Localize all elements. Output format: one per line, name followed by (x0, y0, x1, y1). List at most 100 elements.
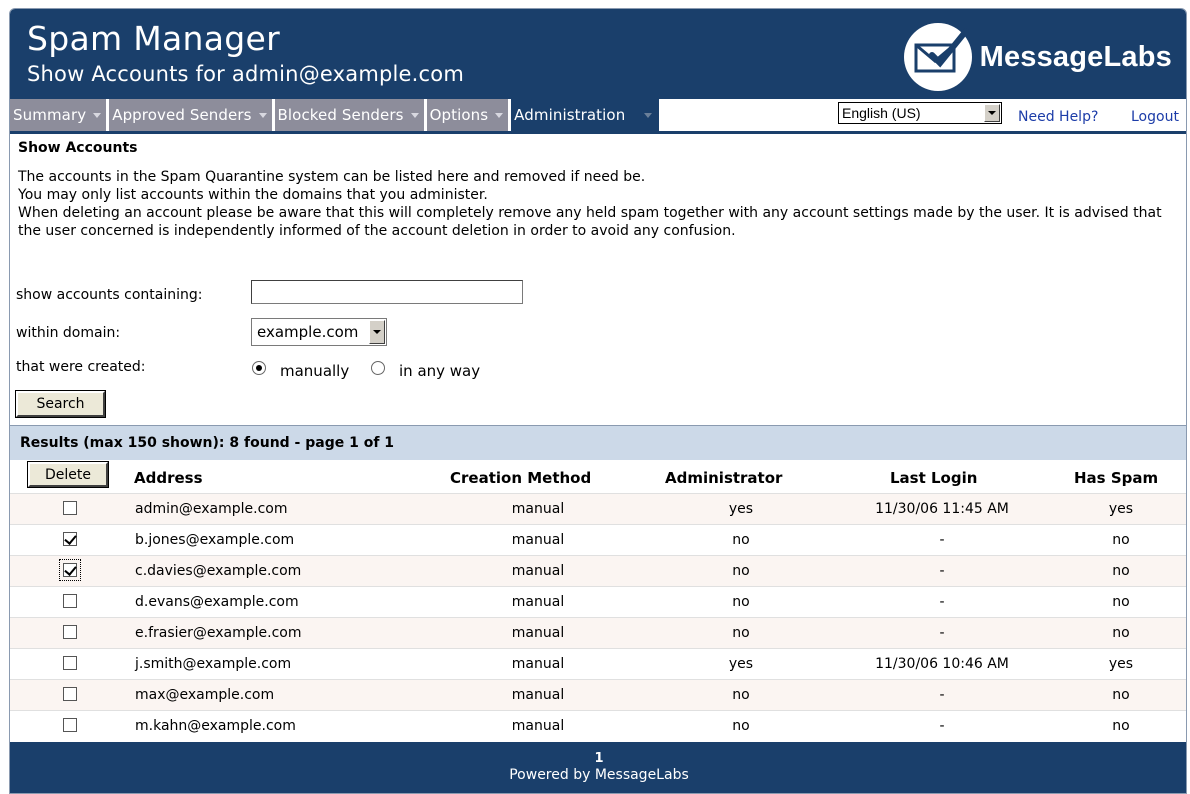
table-row: b.jones@example.com manual no - no (10, 524, 1186, 555)
intro-line: The accounts in the Spam Quarantine syst… (18, 169, 646, 185)
tab-label: Blocked Senders (277, 106, 404, 124)
cell-has-spam: no (1112, 563, 1130, 579)
logout-link[interactable]: Logout (1131, 109, 1179, 125)
cell-address: e.frasier@example.com (135, 625, 302, 641)
cell-method: manual (511, 625, 565, 641)
page-subtitle: Show Accounts for admin@example.com (27, 62, 465, 86)
cell-last-login: 11/30/06 10:46 AM (875, 656, 1009, 672)
cell-method: manual (511, 718, 565, 734)
cell-method: manual (511, 687, 565, 703)
page-footer: 1 Powered by MessageLabs (10, 742, 1186, 793)
created-label: that were created: (16, 359, 146, 375)
cell-admin: no (732, 687, 750, 703)
section-title: Show Accounts (18, 140, 138, 156)
domain-label: within domain: (16, 325, 121, 341)
cell-method: manual (511, 501, 565, 517)
row-select-checkbox[interactable] (63, 687, 77, 701)
cell-last-login: - (939, 563, 945, 579)
tab-label: Options (429, 106, 489, 124)
column-header-address: Address (134, 469, 203, 487)
domain-select[interactable]: example.com (251, 318, 387, 346)
column-header-last-login: Last Login (890, 469, 978, 487)
cell-address: m.kahn@example.com (135, 718, 296, 734)
chevron-down-icon[interactable] (90, 108, 104, 122)
tab-blocked-senders[interactable]: Blocked Senders (274, 99, 424, 131)
language-select[interactable]: English (US) (838, 102, 1002, 124)
any-way-radio-label[interactable]: in any way (399, 362, 480, 380)
cell-method: manual (511, 563, 565, 579)
cell-address: max@example.com (135, 687, 275, 703)
cell-admin: no (732, 532, 750, 548)
row-select-checkbox[interactable] (63, 594, 77, 608)
table-row: m.kahn@example.com manual no - no (10, 710, 1186, 741)
cell-admin: no (732, 594, 750, 610)
any-way-radio[interactable] (371, 361, 385, 375)
cell-address: j.smith@example.com (135, 656, 292, 672)
cell-method: manual (511, 532, 565, 548)
row-select-checkbox[interactable] (63, 625, 77, 639)
domain-value: example.com (257, 323, 359, 341)
tab-options[interactable]: Options (426, 99, 509, 131)
envelope-check-icon (903, 23, 972, 91)
chevron-down-icon[interactable] (984, 104, 1000, 122)
table-row: admin@example.com manual yes 11/30/06 11:45… (10, 493, 1186, 524)
cell-admin: yes (728, 501, 754, 517)
table-header: Delete Address Creation Method Administr… (10, 460, 1186, 493)
table-row: c.davies@example.com manual no - no (10, 555, 1186, 586)
nav-tabs: Summary Approved Senders Blocked Senders… (10, 99, 663, 131)
app-window: Spam Manager Show Accounts for admin@exa… (9, 8, 1187, 794)
pagination-page[interactable]: 1 (10, 751, 1186, 766)
row-select-checkbox[interactable] (59, 559, 81, 581)
cell-address: b.jones@example.com (135, 532, 295, 548)
cell-has-spam: no (1112, 625, 1130, 641)
cell-last-login: - (939, 718, 945, 734)
row-select-checkbox[interactable] (63, 532, 77, 546)
containing-label: show accounts containing: (16, 287, 203, 303)
table-row: e.frasier@example.com manual no - no (10, 617, 1186, 648)
chevron-down-icon[interactable] (369, 320, 385, 344)
app-header: Spam Manager Show Accounts for admin@exa… (10, 9, 1186, 99)
powered-by: Powered by MessageLabs (509, 767, 689, 783)
row-select-checkbox[interactable] (63, 718, 77, 732)
app-title: Spam Manager (27, 19, 281, 58)
tab-label: Administration (514, 106, 626, 124)
cell-has-spam: yes (1108, 656, 1134, 672)
tab-approved-senders[interactable]: Approved Senders (109, 99, 272, 131)
cell-last-login: - (939, 687, 945, 703)
row-select-checkbox[interactable] (63, 501, 77, 515)
cell-method: manual (511, 656, 565, 672)
cell-admin: yes (728, 656, 754, 672)
chevron-down-icon[interactable] (408, 108, 422, 122)
tab-administration[interactable]: Administration (511, 99, 660, 131)
cell-admin: no (732, 563, 750, 579)
column-header-creation-method: Creation Method (450, 469, 592, 487)
column-header-administrator: Administrator (665, 469, 783, 487)
search-input[interactable] (251, 280, 523, 304)
need-help-link[interactable]: Need Help? (1018, 109, 1098, 125)
tab-summary[interactable]: Summary (10, 99, 107, 131)
cell-has-spam: yes (1108, 501, 1134, 517)
chevron-down-icon[interactable] (256, 108, 270, 122)
main-nav: Summary Approved Senders Blocked Senders… (10, 99, 1186, 134)
messagelabs-logo: MessageLabs (902, 21, 1172, 93)
cell-has-spam: no (1112, 532, 1130, 548)
chevron-down-icon[interactable] (641, 108, 655, 122)
cell-last-login: 11/30/06 11:45 AM (875, 501, 1009, 517)
cell-address: c.davies@example.com (135, 563, 302, 579)
cell-last-login: - (939, 625, 945, 641)
cell-has-spam: no (1112, 594, 1130, 610)
chevron-down-icon[interactable] (492, 108, 506, 122)
results-summary: Results (max 150 shown): 8 found - page … (10, 425, 1186, 460)
nav-underline (10, 131, 1186, 134)
row-select-checkbox[interactable] (63, 656, 77, 670)
manual-radio[interactable] (252, 361, 266, 375)
cell-last-login: - (939, 532, 945, 548)
tab-label: Approved Senders (112, 106, 252, 124)
cell-has-spam: no (1112, 718, 1130, 734)
delete-button[interactable]: Delete (27, 461, 109, 488)
manual-radio-label[interactable]: manually (280, 362, 349, 380)
table-row: d.evans@example.com manual no - no (10, 586, 1186, 617)
cell-has-spam: no (1112, 687, 1130, 703)
search-button[interactable]: Search (15, 390, 106, 418)
intro-line: When deleting an account please be aware… (18, 205, 1162, 239)
